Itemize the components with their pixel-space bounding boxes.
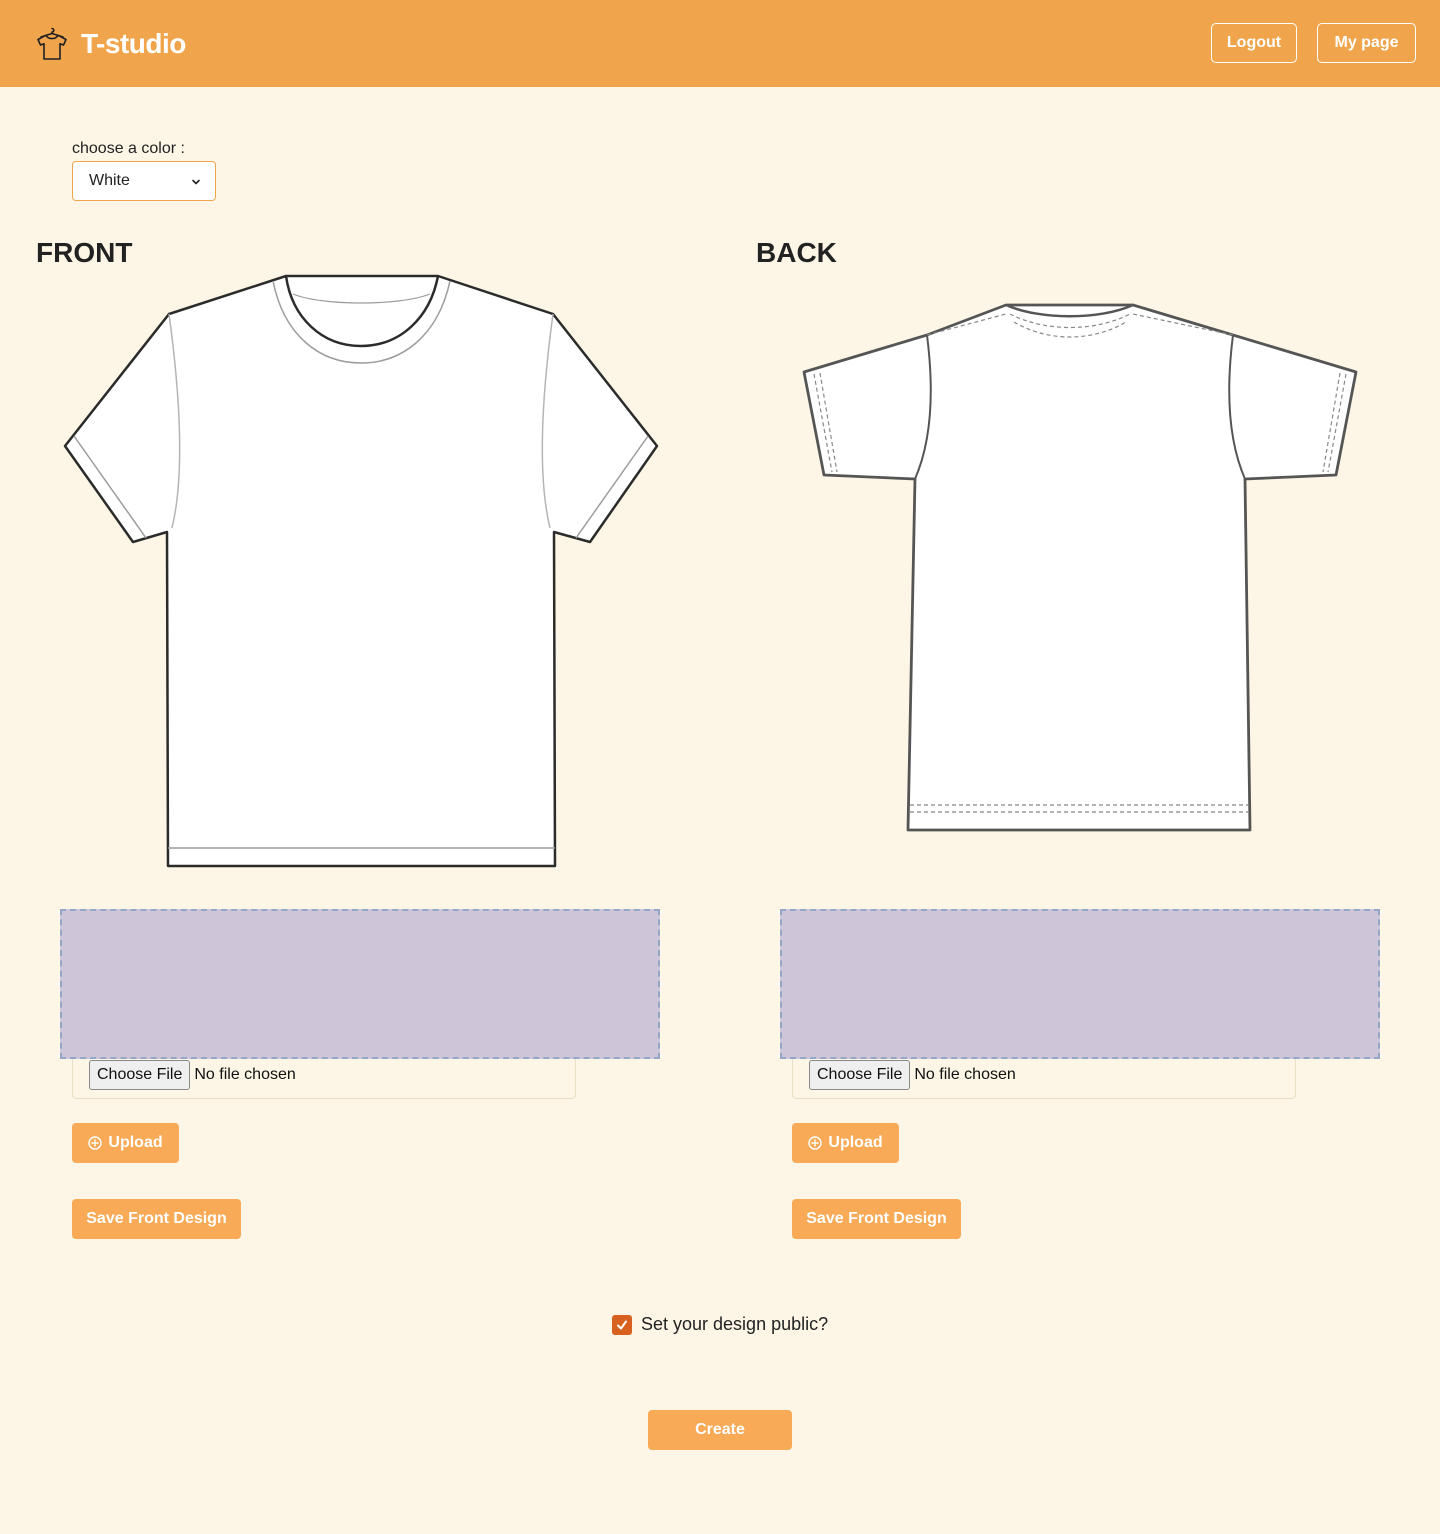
tshirt-hanger-icon — [37, 27, 67, 60]
create-button[interactable]: Create — [648, 1410, 792, 1450]
front-tshirt-image — [63, 274, 659, 868]
front-upload-button[interactable]: Upload — [72, 1123, 179, 1163]
back-upload-label: Upload — [828, 1134, 883, 1151]
back-choose-file-button[interactable]: Choose File — [809, 1060, 911, 1090]
back-design-dropzone[interactable] — [780, 909, 1380, 1059]
public-label: Set your design public? — [641, 1314, 829, 1334]
back-tshirt-image — [802, 303, 1358, 832]
chevron-down-icon — [192, 179, 200, 185]
front-design-dropzone[interactable] — [60, 909, 660, 1059]
front-choose-file-button[interactable]: Choose File — [89, 1060, 191, 1090]
back-upload-button[interactable]: Upload — [792, 1123, 899, 1163]
color-label: choose a color : — [72, 140, 185, 157]
public-checkbox[interactable] — [612, 1314, 632, 1335]
brand-name: T-studio — [81, 28, 186, 59]
front-file-input[interactable]: Choose File No file chosen — [72, 1059, 576, 1099]
app-header: T-studio Logout My page — [0, 0, 1440, 87]
back-file-status: No file chosen — [914, 1066, 1016, 1083]
back-file-input[interactable]: Choose File No file chosen — [792, 1059, 1296, 1099]
my-page-button[interactable]: My page — [1317, 23, 1416, 63]
save-front-design-button[interactable]: Save Front Design — [72, 1199, 241, 1239]
plus-circle-icon — [88, 1136, 103, 1150]
checkmark-icon — [617, 1320, 627, 1329]
save-back-design-button[interactable]: Save Front Design — [792, 1199, 961, 1239]
plus-circle-icon — [808, 1136, 823, 1150]
color-select[interactable]: White — [72, 161, 216, 201]
back-title: BACK — [756, 237, 837, 268]
public-design-option: Set your design public? — [612, 1314, 828, 1335]
color-select-value: White — [89, 172, 130, 189]
front-upload-label: Upload — [108, 1134, 163, 1151]
logout-button[interactable]: Logout — [1211, 23, 1297, 63]
brand[interactable]: T-studio — [36, 27, 186, 61]
front-file-status: No file chosen — [194, 1066, 296, 1083]
front-title: FRONT — [36, 237, 133, 268]
